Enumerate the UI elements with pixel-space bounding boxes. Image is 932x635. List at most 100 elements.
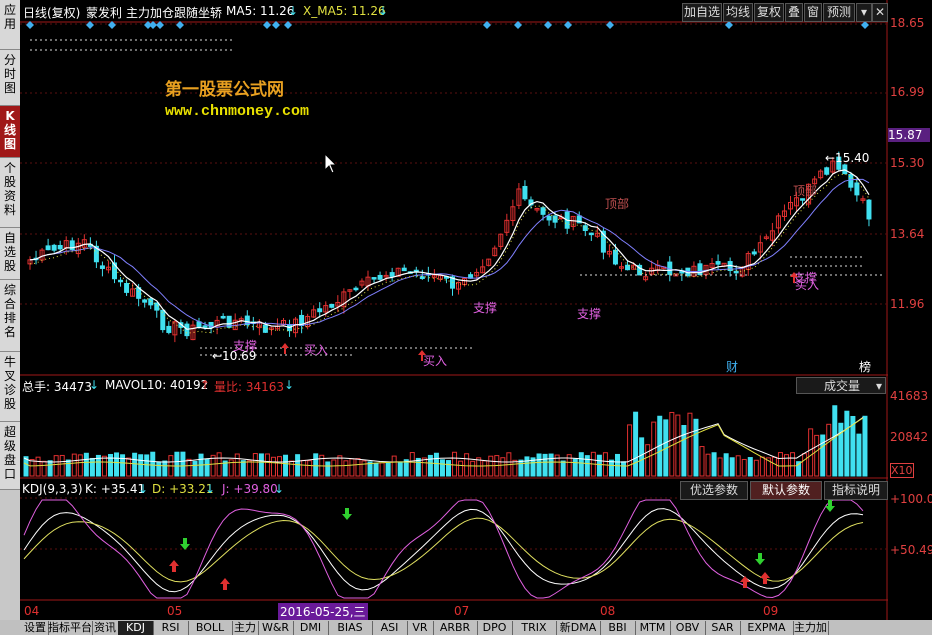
candle-body xyxy=(262,324,268,333)
kdj-tick-1: +100.0 xyxy=(890,492,932,506)
candle-body xyxy=(582,225,588,231)
indicator-tab-14[interactable]: TRIX xyxy=(512,621,557,635)
support-label-3: 支撑 xyxy=(577,306,601,321)
mavol-arrow: ↑ xyxy=(200,378,211,392)
x-ma5-arrow: ↓ xyxy=(378,4,389,18)
volume-bar xyxy=(421,457,427,477)
date-tick-5: 09 xyxy=(763,604,779,618)
rank-marker: 榜 xyxy=(859,359,871,374)
chart-area[interactable]: ←15.40 ←10.69 支撑 支撑 支撑 支撑 买入 买入 买入 顶部 顶部财榜 第一股票公式网… xyxy=(20,0,888,620)
kdj-j-line xyxy=(23,499,864,599)
indicator-tab-15[interactable]: 新DMA xyxy=(556,621,601,635)
sidebar-tab-2[interactable]: K线图 xyxy=(0,106,20,158)
sidebar-tab-7[interactable]: 超级盘口 xyxy=(0,422,20,490)
indicator-name[interactable]: 主力加仓跟随坐轿 xyxy=(126,4,222,21)
window-button[interactable]: 窗 xyxy=(804,3,822,22)
add-favorite-button[interactable]: 加自选 xyxy=(682,3,722,22)
volume-bar xyxy=(270,456,276,477)
default-params-button[interactable]: 默认参数 xyxy=(750,481,822,500)
volume-bar xyxy=(295,454,301,477)
volume-scale: X10 xyxy=(890,463,914,478)
volume-bar xyxy=(675,414,681,477)
indicator-help-button[interactable]: 指标说明 xyxy=(824,481,888,500)
right-price-axis: 18.65 16.99 15.87 15.30 13.64 11.96 4168… xyxy=(888,0,932,620)
indicator-tab-17[interactable]: MTM xyxy=(635,621,671,635)
overlay-button[interactable]: 叠 xyxy=(785,3,803,22)
indicator-tab-11[interactable]: VR xyxy=(407,621,434,635)
volume-bar xyxy=(802,453,808,477)
indicator-tab-9[interactable]: BIAS xyxy=(328,621,373,635)
period-label[interactable]: 日线(复权) xyxy=(23,4,80,21)
volume-bar xyxy=(482,460,488,477)
volume-bar xyxy=(621,461,627,477)
volume-bar xyxy=(325,461,331,477)
volume-bar xyxy=(301,459,307,477)
volume-bar xyxy=(741,458,747,477)
volume-bar xyxy=(645,444,651,477)
volume-bar xyxy=(53,455,59,477)
sidebar-tab-6[interactable]: 牛叉诊股 xyxy=(0,352,20,422)
indicator-tab-18[interactable]: OBV xyxy=(670,621,706,635)
indicator-tab-7[interactable]: W&R xyxy=(258,621,294,635)
finance-marker: 财 xyxy=(726,360,738,374)
indicator-tab-19[interactable]: SAR xyxy=(705,621,741,635)
current-price-badge: 15.87 xyxy=(888,128,930,142)
restore-rights-button[interactable]: 复权 xyxy=(754,3,784,22)
kdj-name[interactable]: KDJ(9,3,3) xyxy=(22,482,83,496)
kdj-j-arrow: ↓ xyxy=(274,482,285,496)
kdj-signal-arrow-5 xyxy=(342,508,352,520)
volume-bar xyxy=(717,457,723,477)
volume-bar xyxy=(331,459,337,477)
kdj-signal-arrow-0 xyxy=(169,560,179,572)
candle-body xyxy=(377,274,383,280)
indicator-tab-1[interactable]: 指标平台 xyxy=(48,621,93,635)
indicator-tab-2[interactable]: 资讯 xyxy=(92,621,119,635)
buy-arrow-0 xyxy=(281,343,289,354)
indicator-tab-20[interactable]: EXPMA xyxy=(740,621,794,635)
mouse-cursor-icon xyxy=(324,152,338,174)
volume-bar xyxy=(132,452,138,477)
sidebar-tab-0[interactable]: 应用 xyxy=(0,0,20,50)
candle-body xyxy=(854,182,860,196)
volume-bar xyxy=(458,460,464,477)
optimal-params-button[interactable]: 优选参数 xyxy=(680,481,748,500)
close-icon[interactable]: ✕ xyxy=(872,3,888,22)
candle-body xyxy=(371,277,377,280)
volume-bar xyxy=(126,457,132,477)
sidebar-tab-4[interactable]: 自选股 xyxy=(0,228,20,280)
volume-bar xyxy=(71,453,77,477)
candle-body xyxy=(51,244,57,251)
candle-body xyxy=(154,302,160,311)
date-tick-4: 08 xyxy=(600,604,616,618)
volume-bar xyxy=(264,453,270,477)
indicator-tab-21[interactable]: 主力加 xyxy=(793,621,829,635)
indicator-tab-6[interactable]: 主力 xyxy=(232,621,259,635)
volume-bar xyxy=(162,460,168,477)
indicator-tab-12[interactable]: ARBR xyxy=(433,621,478,635)
sidebar-tab-5[interactable]: 综合排名 xyxy=(0,280,20,352)
sidebar-tab-1[interactable]: 分时图 xyxy=(0,50,20,106)
menu-icon[interactable]: ▾ xyxy=(856,3,872,22)
indicator-tab-0[interactable]: 设置 xyxy=(22,621,49,635)
candle-body xyxy=(419,276,425,279)
volume-bar xyxy=(174,451,180,477)
volume-bar xyxy=(59,454,65,477)
ma-button[interactable]: 均线 xyxy=(723,3,753,22)
volume-indicator-dropdown[interactable]: 成交量 ▾ xyxy=(796,377,886,394)
volume-ratio-arrow: ↓ xyxy=(284,378,295,392)
volume-bar xyxy=(572,458,578,477)
volume-bar xyxy=(584,455,590,477)
indicator-tab-16[interactable]: BBI xyxy=(600,621,636,635)
forecast-button[interactable]: 预测 xyxy=(823,3,855,22)
indicator-tab-8[interactable]: DMI xyxy=(293,621,329,635)
indicator-tab-4[interactable]: RSI xyxy=(153,621,189,635)
kline-chart-svg[interactable]: ←15.40←10.69支撑支撑 支撑支撑买入买入买入顶部顶部财榜 xyxy=(20,0,888,620)
indicator-tab-10[interactable]: ASI xyxy=(372,621,408,635)
sidebar-tab-3[interactable]: 个股资料 xyxy=(0,158,20,228)
volume-bar xyxy=(83,452,89,477)
indicator-tab-13[interactable]: DPO xyxy=(477,621,513,635)
price-tick-2: 16.99 xyxy=(890,85,925,99)
indicator-tab-3[interactable]: KDJ xyxy=(118,621,154,635)
indicator-tab-5[interactable]: BOLL xyxy=(188,621,233,635)
volume-bar xyxy=(856,433,862,477)
